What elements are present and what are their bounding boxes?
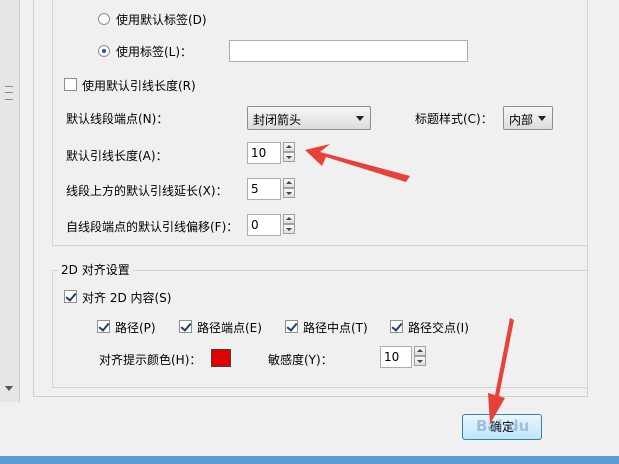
taskbar — [0, 456, 619, 464]
arrow-to-leader-length-icon — [305, 144, 410, 182]
arrow-to-ok-button-icon — [488, 318, 514, 424]
annotation-arrows — [305, 144, 514, 424]
